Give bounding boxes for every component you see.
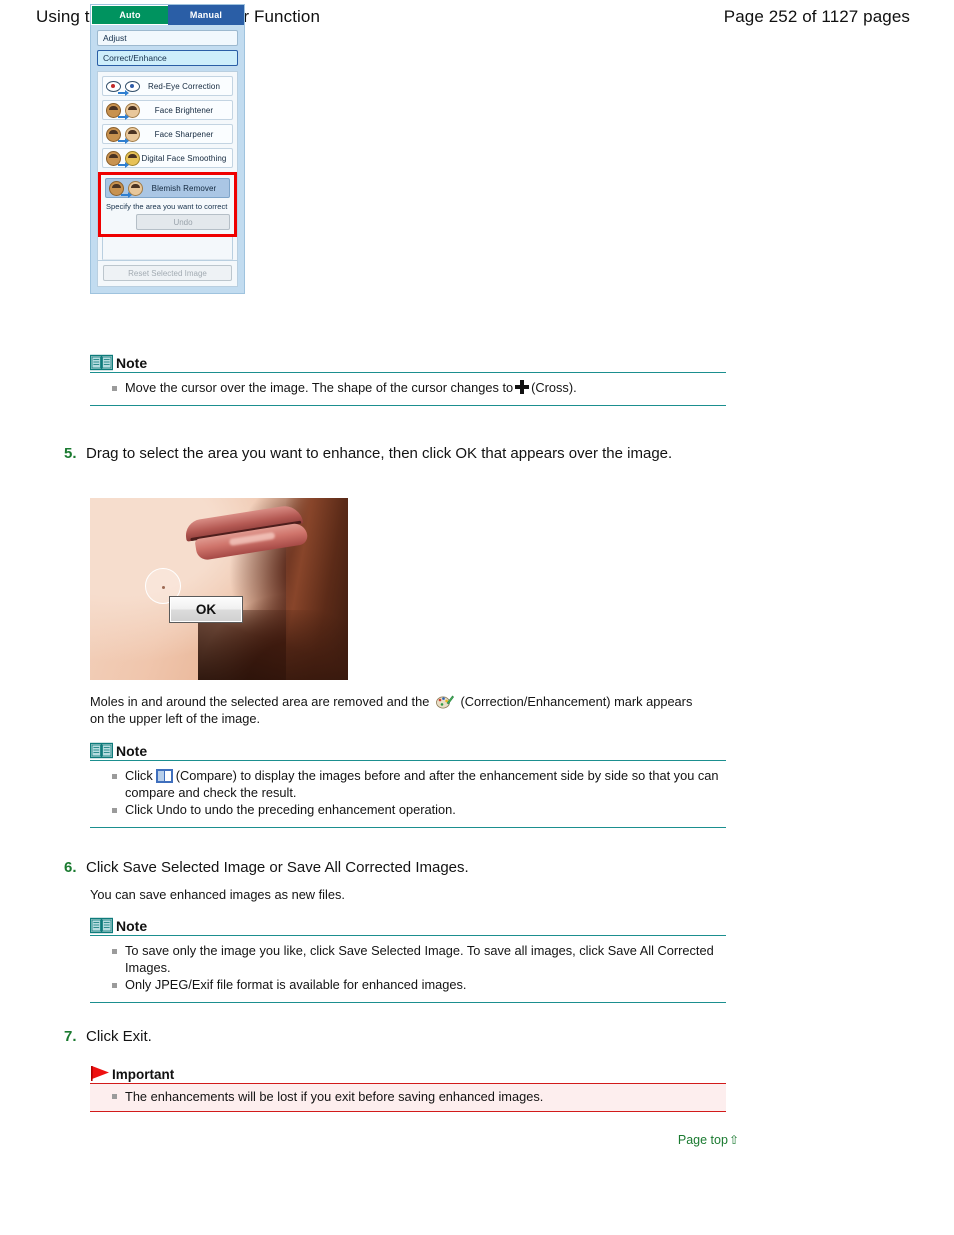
note-bottom-rule [90, 404, 726, 406]
tab-auto[interactable]: Auto [91, 5, 168, 25]
face-smoothing-icon [106, 150, 140, 168]
correct-enhance-panel: Auto Manual Adjust Correct/Enhance Red-E… [90, 4, 245, 294]
panel-spacer [102, 237, 233, 260]
list-item: Only JPEG/Exif file format is available … [112, 977, 726, 994]
face-sharpener-icon [106, 126, 140, 144]
list-item: Click (Compare) to display the images bef… [112, 768, 726, 801]
note-block-1: Note Move the cursor over the image. The… [90, 350, 726, 406]
note-block-2: Note Click (Compare) to display the image… [90, 738, 726, 828]
step-5-number: 5. [64, 445, 77, 462]
step-5-text: Drag to select the area you want to enha… [86, 445, 673, 462]
compare-icon [155, 769, 173, 783]
reset-selected-image-label: Reset Selected Image [128, 268, 207, 278]
list-item: The enhancements will be lost if you exi… [112, 1089, 726, 1105]
function-red-eye-correction[interactable]: Red-Eye Correction [102, 76, 233, 96]
note-title: Note [116, 918, 148, 934]
list-item: To save only the image you like, click S… [112, 943, 726, 976]
arrow-up-icon: ⇧ [728, 1133, 739, 1147]
function-face-sharpener[interactable]: Face Sharpener [102, 124, 233, 144]
page-top-link[interactable]: Page top⇧ [678, 1133, 739, 1147]
function-label: Face Brightener [154, 105, 214, 115]
list-item: Move the cursor over the image. The shap… [112, 380, 726, 397]
note-block-3: Note To save only the image you like, cl… [90, 913, 726, 1003]
note-title: Note [116, 355, 148, 371]
ok-button[interactable]: OK [169, 596, 243, 623]
correct-enhance-button[interactable]: Correct/Enhance [97, 50, 238, 66]
function-list: Red-Eye Correction Face Brightener Face … [97, 71, 238, 261]
note-title: Note [116, 743, 148, 759]
tab-manual[interactable]: Manual [168, 5, 244, 25]
blemish-remover-icon [109, 180, 143, 198]
step-6-number: 6. [64, 859, 77, 876]
note-bottom-rule [90, 1001, 726, 1003]
note-list: To save only the image you like, click S… [90, 936, 726, 1002]
blemish-remover-hint: Specify the area you want to correct [106, 202, 228, 211]
blemish-remover-highlight-box: Blemish Remover Specify the area you wan… [98, 172, 237, 237]
important-header: Important [90, 1062, 726, 1082]
step-6: 6. Click Save Selected Image or Save All… [64, 858, 689, 879]
note-header: Note [90, 738, 726, 759]
note-text-before: Click [125, 768, 153, 783]
cross-cursor-icon [515, 380, 530, 394]
important-title: Important [112, 1067, 175, 1082]
reset-section: Reset Selected Image [97, 261, 238, 287]
reset-selected-image-button[interactable]: Reset Selected Image [103, 265, 232, 281]
important-body: The enhancements will be lost if you exi… [90, 1083, 726, 1112]
important-block: Important The enhancements will be lost … [90, 1062, 726, 1112]
red-eye-icon [106, 78, 140, 96]
result-text-before: Moles in and around the selected area ar… [90, 694, 430, 709]
list-item: Click Undo to undo the preceding enhance… [112, 802, 726, 819]
adjust-button[interactable]: Adjust [97, 30, 238, 46]
step-7-text: Click Exit. [86, 1028, 152, 1045]
function-digital-face-smoothing[interactable]: Digital Face Smoothing [102, 148, 233, 168]
adjust-button-label: Adjust [103, 33, 127, 43]
page-number-label: Page 252 of 1127 pages [723, 7, 910, 26]
note-text-after: (Compare) to display the images before a… [125, 768, 719, 800]
correction-enhancement-mark-icon [436, 694, 454, 709]
correct-enhance-button-label: Correct/Enhance [103, 53, 167, 63]
note-list: Move the cursor over the image. The shap… [90, 373, 726, 405]
step-7: 7. Click Exit. [64, 1027, 689, 1048]
note-text: Click Undo to undo the preceding enhance… [125, 802, 456, 817]
page-top-label: Page top [677, 1133, 728, 1147]
function-label: Face Sharpener [154, 129, 214, 139]
step-7-number: 7. [64, 1028, 77, 1045]
function-label: Red-Eye Correction [147, 81, 221, 91]
undo-button-label: Undo [173, 217, 193, 227]
result-description: Moles in and around the selected area ar… [90, 694, 710, 727]
book-icon [90, 742, 113, 759]
step-6-text: Click Save Selected Image or Save All Co… [86, 859, 469, 876]
important-list: The enhancements will be lost if you exi… [90, 1089, 726, 1105]
ok-button-label: OK [195, 602, 217, 617]
note-header: Note [90, 350, 726, 371]
mole-dot [162, 586, 165, 589]
note-text-after: (Cross). [531, 380, 577, 395]
tab-auto-label: Auto [119, 10, 141, 20]
step-6-subtext: You can save enhanced images as new file… [90, 887, 345, 902]
panel-body: Adjust Correct/Enhance Red-Eye Correctio… [91, 25, 244, 287]
function-label: Blemish Remover [151, 183, 217, 193]
book-icon [90, 917, 113, 934]
red-flag-icon [91, 1066, 109, 1081]
note-list: Click (Compare) to display the images bef… [90, 761, 726, 827]
book-icon [90, 354, 113, 371]
face-brightener-icon [106, 102, 140, 120]
function-label: Digital Face Smoothing [141, 153, 227, 163]
note-text-before: Move the cursor over the image. The shap… [125, 380, 514, 395]
step-5: 5. Drag to select the area you want to e… [64, 444, 689, 465]
note-header: Note [90, 913, 726, 934]
panel-tabs: Auto Manual [91, 5, 244, 25]
function-blemish-remover[interactable]: Blemish Remover [105, 178, 230, 198]
tab-manual-label: Manual [189, 10, 223, 20]
function-face-brightener[interactable]: Face Brightener [102, 100, 233, 120]
sample-photo: OK [90, 498, 348, 680]
note-bottom-rule [90, 826, 726, 828]
undo-button[interactable]: Undo [136, 214, 230, 230]
